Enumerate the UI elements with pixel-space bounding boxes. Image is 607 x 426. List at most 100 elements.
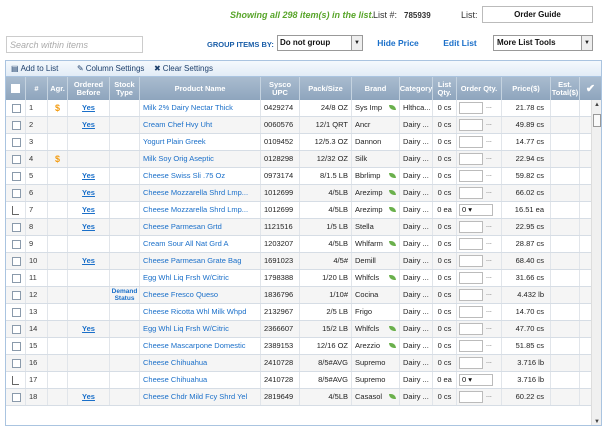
more-options-icon[interactable]: ...: [486, 338, 492, 352]
more-options-icon[interactable]: ...: [486, 253, 492, 267]
row-checkbox[interactable]: [12, 155, 21, 164]
table-row[interactable]: 7 Yes Cheese Mozzarella Shrd Lmp... 1012699…: [6, 202, 591, 219]
select-all-checkbox[interactable]: [11, 84, 20, 93]
order-qty-input[interactable]: [459, 136, 483, 148]
table-row[interactable]: 14 Yes Egg Whl Liq Frsh W/Citric 2366607 15/…: [6, 321, 591, 338]
table-row[interactable]: 16 Cheese Chihuahua 2410728 8/5#AVG Supremo D…: [6, 355, 591, 372]
table-row[interactable]: 4 $ Milk Soy Orig Aseptic 0128298 12/32 OZ Si…: [6, 151, 591, 168]
table-row[interactable]: 6 Yes Cheese Mozzarella Shrd Lmp... 1012699…: [6, 185, 591, 202]
table-row[interactable]: 8 Yes Cheese Parmesan Grtd 1121516 1/5 LB Ste…: [6, 219, 591, 236]
order-qty-input[interactable]: [459, 153, 483, 165]
product-name-link[interactable]: Cheese Parmesan Grate Bag: [140, 253, 261, 269]
ordered-before-link[interactable]: Yes: [68, 389, 110, 405]
product-name-link[interactable]: Cheese Mascarpone Domestic: [140, 338, 261, 354]
more-options-icon[interactable]: ...: [486, 236, 492, 250]
row-checkbox[interactable]: [12, 393, 21, 402]
product-name-link[interactable]: Yogurt Plain Greek: [140, 134, 261, 150]
order-qty-select[interactable]: 0 ▾: [459, 374, 493, 386]
table-row[interactable]: 3 Yogurt Plain Greek 0109452 12/5.3 OZ Danno…: [6, 134, 591, 151]
table-row[interactable]: 15 Cheese Mascarpone Domestic 2389153 12/16…: [6, 338, 591, 355]
row-checkbox[interactable]: [12, 240, 21, 249]
table-row[interactable]: 18 Yes Cheese Chdr Mild Fcy Shrd Yel 281964…: [6, 389, 591, 406]
scroll-down-icon[interactable]: ▼: [592, 419, 601, 425]
vertical-scrollbar[interactable]: ▲ ▼: [591, 100, 601, 425]
more-options-icon[interactable]: ...: [486, 168, 492, 182]
col-list-qty[interactable]: List Qty.: [433, 77, 457, 100]
table-row[interactable]: 9 Cream Sour All Nat Grd A 1203207 4/5LB Whl…: [6, 236, 591, 253]
edit-list-button[interactable]: Edit List: [430, 35, 490, 51]
col-category[interactable]: Category: [400, 77, 433, 100]
order-qty-input[interactable]: [459, 187, 483, 199]
product-name-link[interactable]: Cheese Mozzarella Shrd Lmp...: [140, 185, 261, 201]
col-sysco-upc[interactable]: Sysco UPC: [261, 77, 300, 100]
product-name-link[interactable]: Cream Chef Hvy Uht: [140, 117, 261, 133]
order-qty-input[interactable]: [459, 238, 483, 250]
more-list-tools-select[interactable]: More List Tools ▼: [493, 35, 593, 51]
more-options-icon[interactable]: ...: [486, 117, 492, 131]
ordered-before-link[interactable]: Yes: [68, 321, 110, 337]
product-name-link[interactable]: Cheese Chihuahua: [140, 372, 261, 388]
more-options-icon[interactable]: ...: [486, 287, 492, 301]
row-checkbox[interactable]: [12, 257, 21, 266]
order-qty-input[interactable]: [459, 289, 483, 301]
row-checkbox[interactable]: [12, 291, 21, 300]
row-checkbox[interactable]: [12, 308, 21, 317]
product-name-link[interactable]: Cream Sour All Nat Grd A: [140, 236, 261, 252]
col-product-name[interactable]: Product Name: [140, 77, 261, 100]
add-to-list-button[interactable]: ▤ Add to List: [11, 64, 58, 73]
table-row[interactable]: 17 Cheese Chihuahua 2410728 8/5#AVG Supremo D…: [6, 372, 591, 389]
scroll-up-icon[interactable]: ▲: [592, 102, 601, 108]
row-checkbox[interactable]: [12, 121, 21, 130]
row-checkbox[interactable]: [12, 325, 21, 334]
col-agreement[interactable]: Agr.: [48, 77, 68, 100]
more-options-icon[interactable]: ...: [486, 151, 492, 165]
row-checkbox[interactable]: [12, 223, 21, 232]
col-order-qty[interactable]: Order Qty.: [457, 77, 502, 100]
product-name-link[interactable]: Cheese Swiss Sli .75 Oz: [140, 168, 261, 184]
order-qty-input[interactable]: [459, 357, 483, 369]
col-brand[interactable]: Brand: [352, 77, 400, 100]
product-name-link[interactable]: Cheese Ricotta Whl Milk Whpd: [140, 304, 261, 320]
row-checkbox[interactable]: [12, 138, 21, 147]
order-qty-input[interactable]: [459, 306, 483, 318]
order-qty-input[interactable]: [459, 221, 483, 233]
row-checkbox[interactable]: [12, 189, 21, 198]
product-name-link[interactable]: Egg Whl Liq Frsh W/Citric: [140, 321, 261, 337]
product-name-link[interactable]: Milk Soy Orig Aseptic: [140, 151, 261, 167]
product-name-link[interactable]: Cheese Chdr Mild Fcy Shrd Yel: [140, 389, 261, 405]
product-name-link[interactable]: Milk 2% Dairy Nectar Thick: [140, 100, 261, 116]
clear-settings-button[interactable]: ✖ Clear Settings: [154, 64, 213, 73]
ordered-before-link[interactable]: Yes: [68, 100, 110, 116]
order-qty-input[interactable]: [459, 255, 483, 267]
more-options-icon[interactable]: ...: [486, 321, 492, 335]
ordered-before-link[interactable]: Yes: [68, 253, 110, 269]
ordered-before-link[interactable]: Yes: [68, 202, 110, 218]
order-qty-input[interactable]: [459, 323, 483, 335]
list-select[interactable]: Order Guide: [482, 6, 593, 23]
order-qty-input[interactable]: [459, 391, 483, 403]
table-row[interactable]: 2 Yes Cream Chef Hvy Uht 0060576 12/1 QRT Anc…: [6, 117, 591, 134]
checkmark-icon[interactable]: ✔: [580, 77, 601, 100]
row-checkbox[interactable]: [12, 359, 21, 368]
product-name-link[interactable]: Cheese Fresco Queso: [140, 287, 261, 303]
product-name-link[interactable]: Cheese Parmesan Grtd: [140, 219, 261, 235]
order-qty-input[interactable]: [459, 119, 483, 131]
search-input[interactable]: [6, 36, 143, 53]
select-all-header[interactable]: [6, 77, 26, 100]
column-settings-button[interactable]: ✎ Column Settings: [77, 64, 144, 73]
group-by-select[interactable]: Do not group ▼: [277, 35, 363, 51]
order-qty-input[interactable]: [459, 102, 483, 114]
order-qty-input[interactable]: [459, 272, 483, 284]
ordered-before-link[interactable]: Yes: [68, 117, 110, 133]
col-number[interactable]: #: [26, 77, 48, 100]
table-row[interactable]: 10 Yes Cheese Parmesan Grate Bag 1691023 4/5…: [6, 253, 591, 270]
col-price[interactable]: Price($): [502, 77, 551, 100]
table-row[interactable]: 13 Cheese Ricotta Whl Milk Whpd 2132967 2/5…: [6, 304, 591, 321]
row-checkbox[interactable]: [12, 342, 21, 351]
order-qty-select[interactable]: 0 ▾: [459, 204, 493, 216]
hide-price-button[interactable]: Hide Price: [371, 35, 425, 51]
more-options-icon[interactable]: ...: [486, 100, 492, 114]
col-stock-type[interactable]: Stock Type: [110, 77, 140, 100]
col-ordered-before[interactable]: Ordered Before: [68, 77, 110, 100]
row-checkbox[interactable]: [12, 172, 21, 181]
